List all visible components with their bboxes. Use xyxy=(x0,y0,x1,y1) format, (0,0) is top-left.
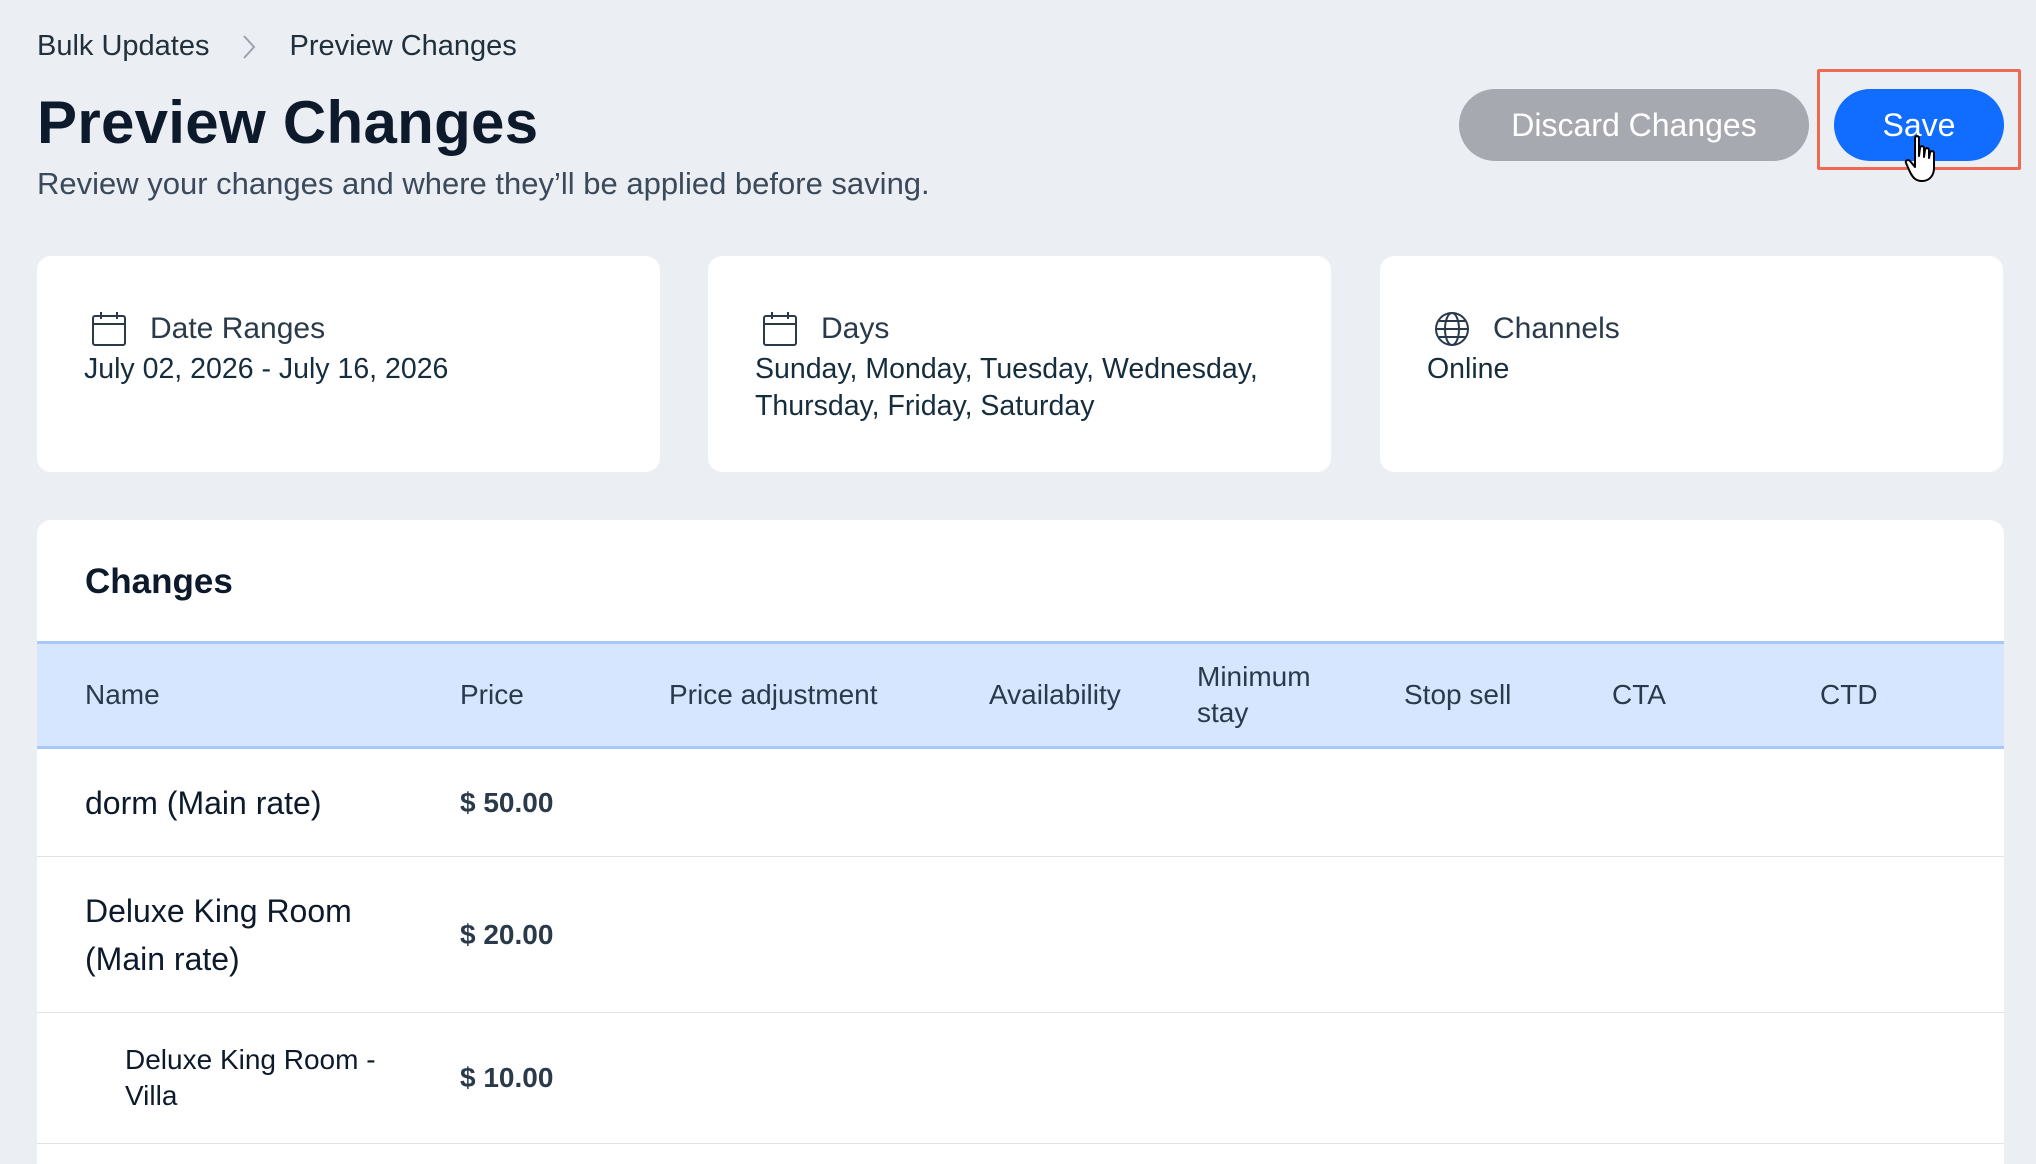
column-header-price: Price xyxy=(460,679,524,710)
discard-changes-button[interactable]: Discard Changes xyxy=(1459,89,1809,161)
column-header-minimum-stay-line-1: Minimum xyxy=(1197,661,1311,692)
changes-table-card: Changes Name Price Price adjustment Avai… xyxy=(37,520,2004,1164)
days-value-line-2: Thursday, Friday, Saturday xyxy=(755,390,1095,422)
globe-icon xyxy=(1435,312,1469,346)
preview-changes-page: Bulk Updates Preview Changes Preview Cha… xyxy=(0,0,2036,1164)
table-row: Deluxe King Room (Main rate) $ 20.00 xyxy=(37,857,2004,1013)
days-card: Days Sunday, Monday, Tuesday, Wednesday,… xyxy=(708,256,1331,472)
table-row: dorm (Main rate) $ 50.00 xyxy=(37,749,2004,857)
days-label: Days xyxy=(821,312,890,345)
channels-card: Channels Online xyxy=(1380,256,2003,472)
row-name: Deluxe King Room (Main rate) xyxy=(85,887,352,983)
row-price: $ 20.00 xyxy=(460,918,554,950)
breadcrumb: Bulk Updates Preview Changes xyxy=(37,30,517,63)
calendar-icon xyxy=(763,312,797,346)
row-price: $ 10.00 xyxy=(460,1062,554,1093)
row-name-line-1: Deluxe King Room - xyxy=(125,1044,376,1075)
calendar-icon xyxy=(92,312,126,346)
row-name-line-2: (Main rate) xyxy=(85,940,240,977)
breadcrumb-current: Preview Changes xyxy=(289,30,517,62)
column-header-stop-sell: Stop sell xyxy=(1404,679,1512,710)
days-value-line-1: Sunday, Monday, Tuesday, Wednesday, xyxy=(755,353,1258,385)
page-title: Preview Changes xyxy=(37,89,539,156)
breadcrumb-bulk-updates[interactable]: Bulk Updates xyxy=(37,30,210,63)
row-name-line-1: Deluxe King Room xyxy=(85,892,352,929)
channels-label: Channels xyxy=(1493,312,1620,345)
column-header-price-adjustment: Price adjustment xyxy=(669,679,878,710)
column-header-ctd: CTD xyxy=(1820,679,1878,710)
row-name: Deluxe King Room - Villa xyxy=(125,1042,376,1114)
hand-cursor-icon xyxy=(1904,135,1935,182)
date-ranges-label: Date Ranges xyxy=(150,312,326,345)
date-ranges-card: Date Ranges July 02, 2026 - July 16, 202… xyxy=(37,256,660,472)
date-ranges-value: July 02, 2026 - July 16, 2026 xyxy=(84,353,449,385)
chevron-right-icon xyxy=(242,33,258,61)
column-header-cta: CTA xyxy=(1612,679,1666,710)
page-subtitle: Review your changes and where they’ll be… xyxy=(37,166,930,201)
column-header-name: Name xyxy=(85,679,160,710)
row-name-line-2: Villa xyxy=(125,1080,178,1111)
column-header-availability: Availability xyxy=(989,679,1121,710)
row-price: $ 50.00 xyxy=(460,786,554,818)
row-name: dorm (Main rate) xyxy=(85,779,322,827)
column-header-minimum-stay: Minimum stay xyxy=(1197,659,1311,731)
row-name-line-1: dorm (Main rate) xyxy=(85,784,322,821)
table-header: Name Price Price adjustment Availability… xyxy=(37,641,2004,749)
changes-title: Changes xyxy=(85,562,233,601)
column-header-minimum-stay-line-2: stay xyxy=(1197,697,1249,728)
table-row: Deluxe King Room - Villa $ 10.00 xyxy=(37,1013,2004,1144)
channels-value: Online xyxy=(1427,353,1510,385)
days-value: Sunday, Monday, Tuesday, Wednesday, Thur… xyxy=(755,351,1291,425)
